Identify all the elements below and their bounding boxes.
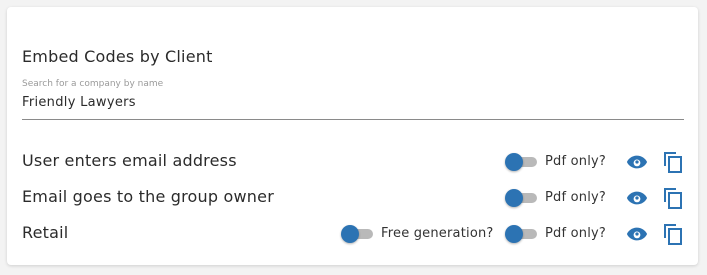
toggle-thumb	[505, 189, 523, 207]
toggle-thumb	[505, 153, 523, 171]
row-label: User enters email address	[22, 151, 237, 170]
free-generation-label: Free generation?	[381, 226, 494, 241]
pdf-only-label: Pdf only?	[545, 226, 606, 241]
embed-row-email-group-owner: Email goes to the group owner Pdf only?	[22, 185, 684, 211]
search-label: Search for a company by name	[22, 79, 164, 89]
pdf-only-toggle[interactable]	[505, 153, 539, 171]
toggle-thumb	[341, 225, 359, 243]
view-button[interactable]	[624, 185, 650, 211]
card-title: Embed Codes by Client	[22, 47, 213, 66]
company-search-field[interactable]: Search for a company by name	[22, 79, 684, 120]
copy-button[interactable]	[660, 149, 686, 175]
pdf-only-label: Pdf only?	[545, 154, 606, 169]
pdf-only-toggle[interactable]	[505, 189, 539, 207]
eye-icon	[626, 191, 648, 205]
copy-button[interactable]	[660, 185, 686, 211]
pdf-only-label: Pdf only?	[545, 190, 606, 205]
copy-button[interactable]	[660, 221, 686, 247]
row-label: Email goes to the group owner	[22, 187, 274, 206]
embed-row-user-enters-email: User enters email address Pdf only?	[22, 149, 684, 175]
toggle-thumb	[505, 225, 523, 243]
eye-icon	[626, 155, 648, 169]
view-button[interactable]	[624, 221, 650, 247]
copy-icon	[664, 224, 682, 245]
copy-icon	[664, 188, 682, 209]
free-generation-toggle[interactable]	[341, 225, 375, 243]
copy-icon	[664, 152, 682, 173]
pdf-only-toggle[interactable]	[505, 225, 539, 243]
company-search-input[interactable]	[22, 95, 684, 110]
view-button[interactable]	[624, 149, 650, 175]
row-label: Retail	[22, 223, 69, 242]
embed-codes-card: Embed Codes by Client Search for a compa…	[7, 7, 698, 265]
eye-icon	[626, 227, 648, 241]
embed-row-retail: Retail Free generation? Pdf only?	[22, 221, 684, 247]
